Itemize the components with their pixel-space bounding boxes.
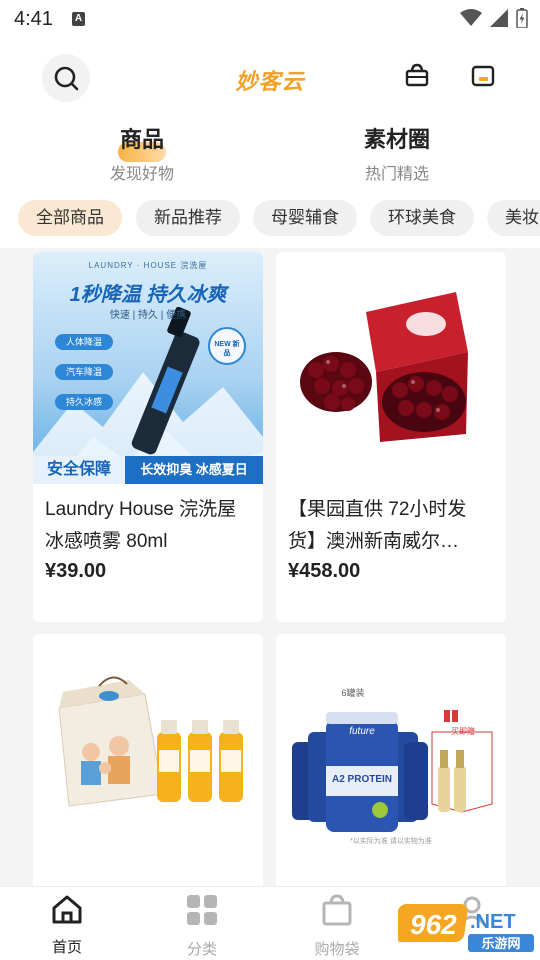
status-bar: 4:41 A <box>0 0 540 38</box>
spray-subline: 快速 | 持久 | 便携 <box>109 310 187 321</box>
product-image-cherries <box>276 252 506 484</box>
tab-goods-title: 商品 <box>119 127 164 152</box>
product-price: ¥39.00 <box>45 560 107 582</box>
milk-caption: *以实际为准 请以实物为准 <box>350 838 432 845</box>
svg-text:乐游网: 乐游网 <box>481 936 520 952</box>
spray-brand-line: LAUNDRY · HOUSE 浣洗屋 <box>88 261 208 270</box>
product-price: ¥458.00 <box>288 560 361 582</box>
cart-button[interactable] <box>404 62 430 93</box>
product-card[interactable]: 6罐装 future A2 PROTEIN 买即赠 *以实际为准 请以实物为准 <box>276 634 506 886</box>
app-header: 妙客云 <box>0 38 540 118</box>
tab-material-title: 素材圈 <box>363 127 430 152</box>
milk-powder-illustration <box>292 706 493 832</box>
spray-benefit-label: 长效抑臭 冰感夏日 <box>125 456 263 484</box>
product-card[interactable] <box>33 634 263 886</box>
product-title <box>276 866 506 886</box>
svg-text:962: 962 <box>410 909 457 940</box>
signal-icon <box>490 9 508 27</box>
message-icon <box>471 65 495 87</box>
tab-goods-subtitle: 发现好物 <box>109 166 174 183</box>
spray-pill-body: 人体降温 <box>55 334 113 350</box>
shopping-basket-icon <box>405 63 429 87</box>
status-time: 4:41 <box>14 8 53 30</box>
chip-new-products[interactable]: 新品推荐 <box>136 200 240 236</box>
notification-a-icon: A <box>72 12 85 26</box>
product-title <box>33 866 263 886</box>
milk-can-brand: future <box>349 726 375 737</box>
top-tabs: 商品 发现好物 素材圈 热门精选 <box>0 118 540 190</box>
product-image-milk-powder: 6罐装 future A2 PROTEIN 买即赠 *以实际为准 请以实物为准 <box>276 634 506 866</box>
battery-icon <box>516 8 528 28</box>
grid-icon <box>187 895 217 925</box>
tab-material-circle[interactable]: 素材圈 热门精选 <box>317 122 477 184</box>
tab-goods[interactable]: 商品 发现好物 <box>62 122 222 184</box>
chip-beauty[interactable]: 美妆 <box>487 200 540 236</box>
product-image-gift-box <box>33 634 263 866</box>
spray-new-badge: NEW 新品 <box>214 341 240 357</box>
brand-logo: 妙客云 <box>235 69 305 94</box>
milk-gift-label: 买即赠 <box>451 727 475 736</box>
svg-text:.NET: .NET <box>470 911 516 933</box>
spray-safety-label: 安全保障 <box>33 456 125 484</box>
cherries-illustration <box>300 292 468 442</box>
nav-category-label: 分类 <box>186 941 217 958</box>
spray-pill-lasting: 持久冰感 <box>55 394 113 410</box>
tab-material-subtitle: 热门精选 <box>364 166 429 183</box>
milk-pack-tag: 6罐装 <box>341 688 365 698</box>
nav-shopping-bag[interactable]: 购物袋 <box>297 893 377 959</box>
home-icon <box>52 895 82 924</box>
wifi-icon <box>460 9 482 26</box>
nav-home-label: 首页 <box>51 939 82 956</box>
chip-global-food[interactable]: 环球美食 <box>370 200 474 236</box>
bag-icon <box>322 894 352 926</box>
chip-baby-food[interactable]: 母婴辅食 <box>253 200 357 236</box>
message-button[interactable] <box>470 64 496 93</box>
site-watermark: 962 .NET 乐游网 <box>394 894 538 956</box>
product-card[interactable]: LAUNDRY · HOUSE 浣洗屋 1秒降温 持久冰爽 快速 | 持久 | … <box>33 252 263 622</box>
product-feed: LAUNDRY · HOUSE 浣洗屋 1秒降温 持久冰爽 快速 | 持久 | … <box>0 248 540 886</box>
spray-headline: 1秒降温 持久冰爽 <box>69 284 227 306</box>
category-chips: 全部商品 新品推荐 母婴辅食 环球美食 美妆 <box>0 190 540 248</box>
product-image-cooling-spray: LAUNDRY · HOUSE 浣洗屋 1秒降温 持久冰爽 快速 | 持久 | … <box>33 252 263 484</box>
chip-all-products[interactable]: 全部商品 <box>18 200 122 236</box>
watermark-logo: 962 .NET 乐游网 <box>394 904 534 952</box>
status-icons <box>460 8 528 28</box>
milk-can-label: A2 PROTEIN <box>331 774 392 785</box>
gift-box-illustration <box>58 676 243 807</box>
product-card[interactable]: 【果园直供 72小时发货】澳洲新南威尔… ¥458.00 <box>276 252 506 622</box>
spray-pill-car: 汽车降温 <box>55 364 113 380</box>
nav-home[interactable]: 首页 <box>27 893 107 957</box>
product-title: Laundry House 浣洗屋 冰感喷雾 80ml <box>45 499 237 552</box>
product-title: 【果园直供 72小时发货】澳洲新南威尔… <box>288 499 467 552</box>
nav-shopping-bag-label: 购物袋 <box>314 941 360 958</box>
nav-category[interactable]: 分类 <box>162 893 242 959</box>
